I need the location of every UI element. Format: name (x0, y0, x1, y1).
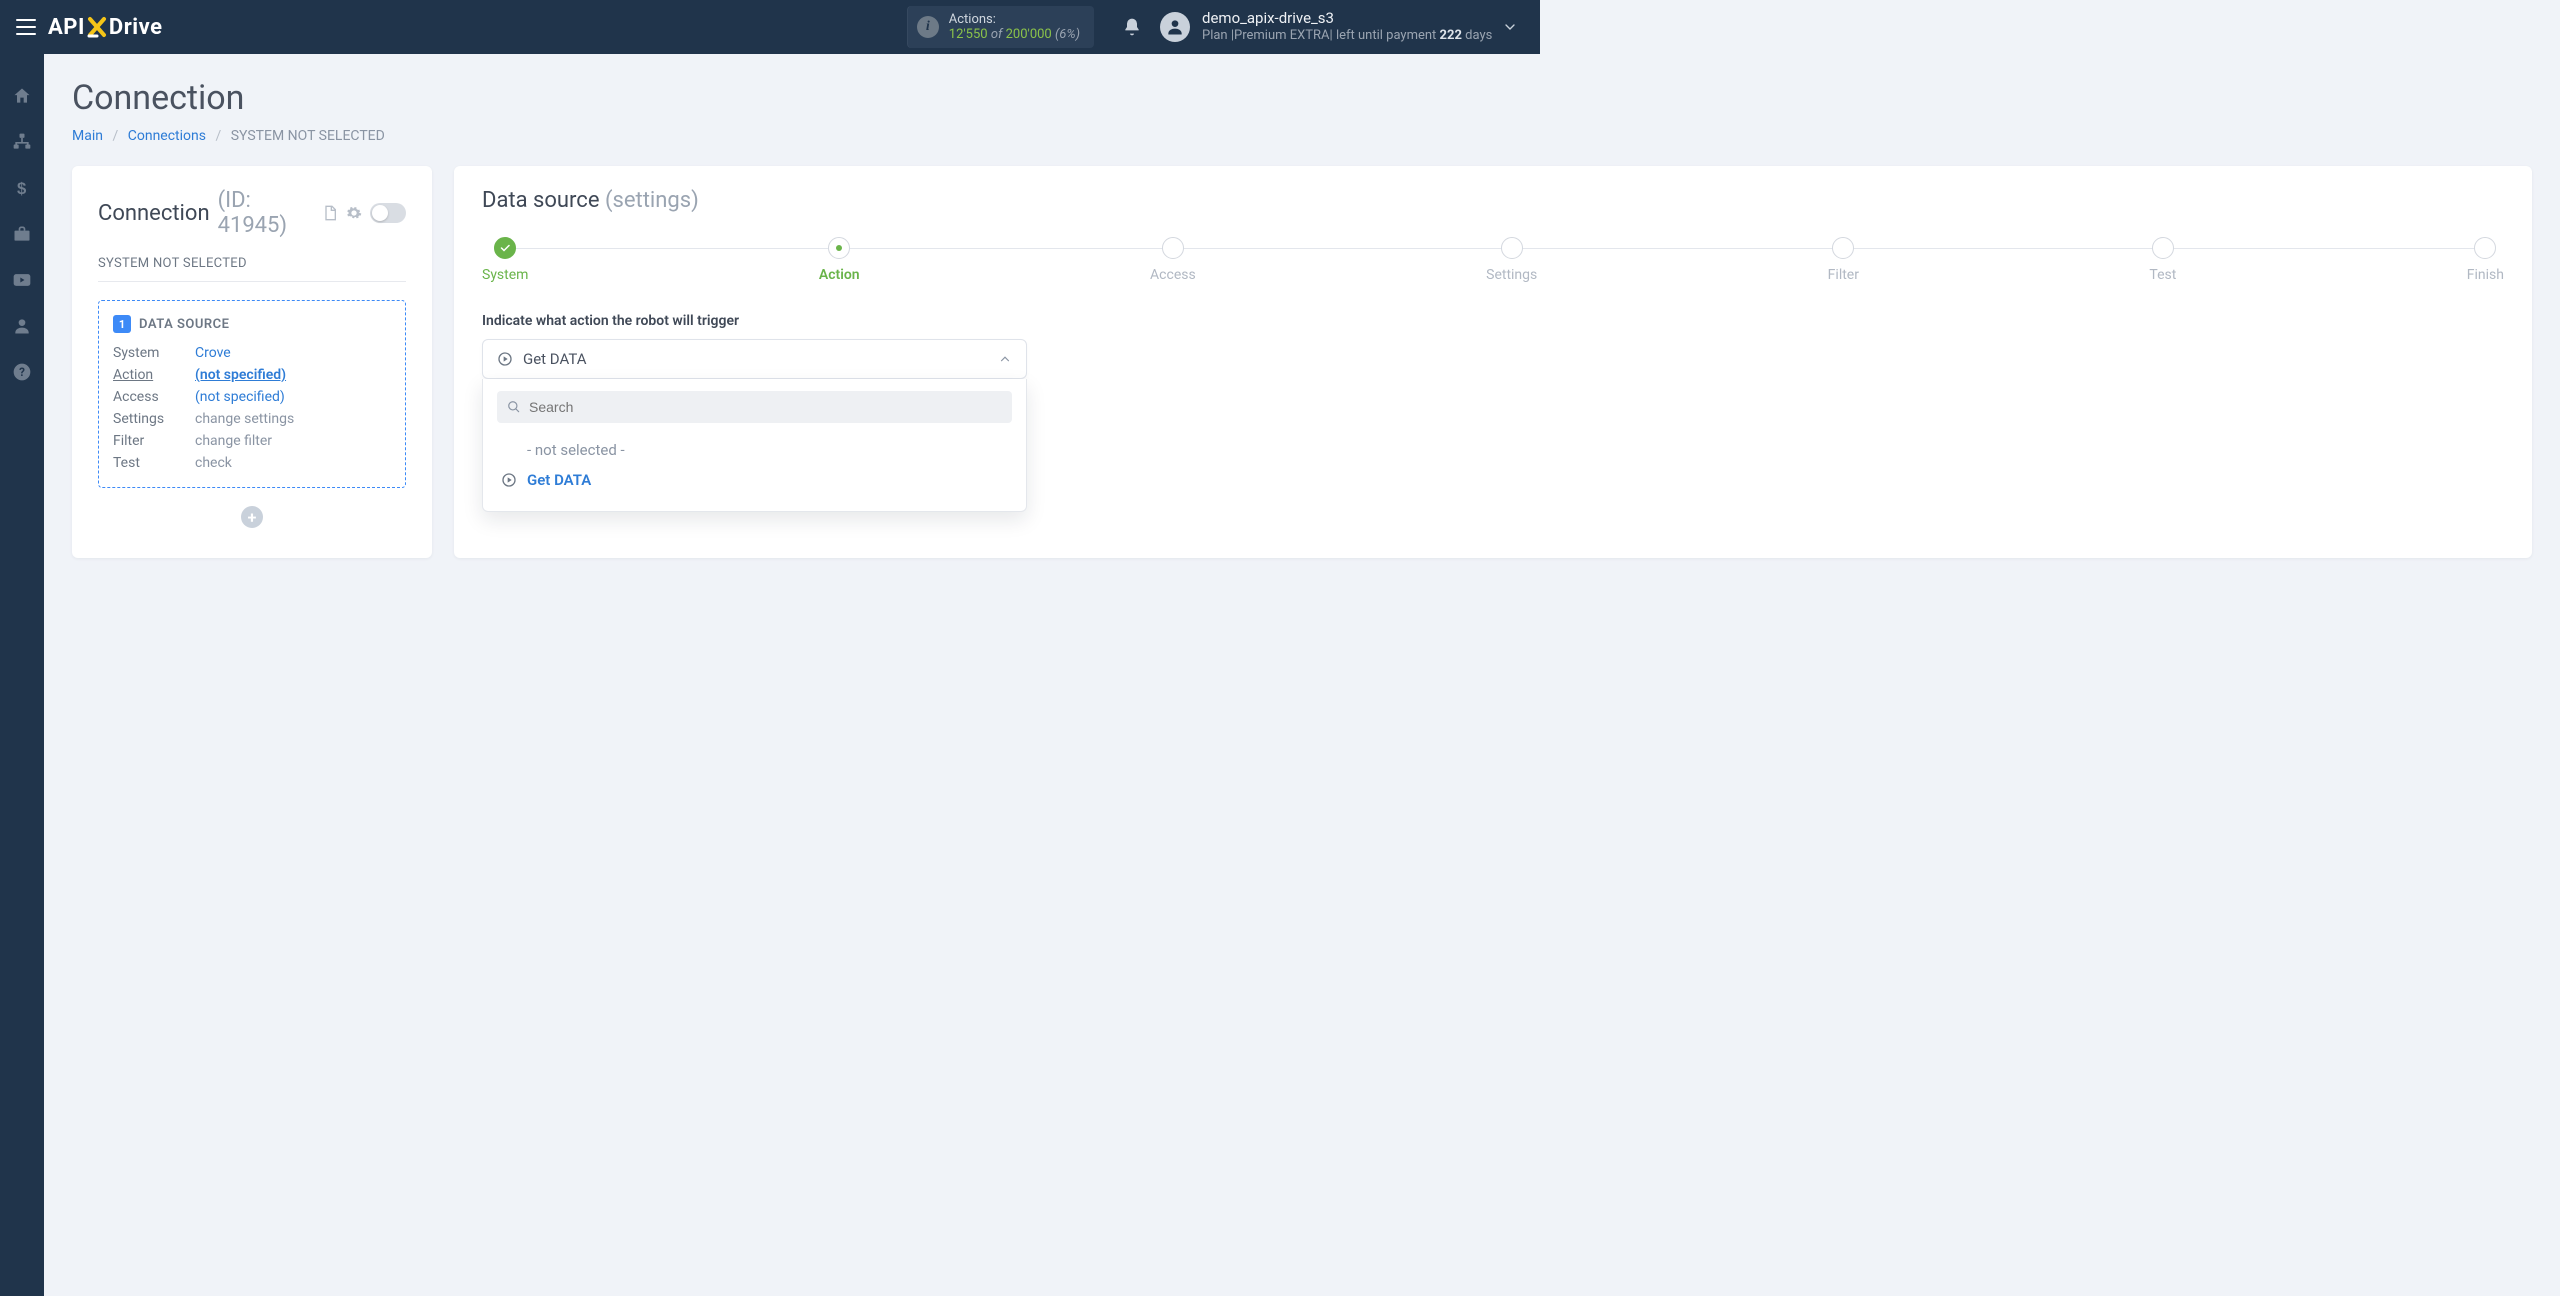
data-source-box: 1 DATA SOURCE System Crove Action (not s… (98, 300, 406, 488)
action-select: Get DATA - not selected - Get DATA (482, 339, 1027, 512)
connection-subtitle: SYSTEM NOT SELECTED (98, 256, 406, 282)
connection-card-title: Connection (98, 201, 210, 226)
actions-label: Actions: (949, 12, 1080, 27)
actions-total: 200'000 (1006, 27, 1052, 42)
wizard-steps: System Action Access Settings Filter Tes… (482, 237, 2504, 283)
play-icon (497, 351, 513, 367)
connection-card: Connection (ID: 41945) SYSTEM NOT SELECT… (72, 166, 432, 558)
sitemap-icon[interactable] (10, 130, 34, 154)
option-get-data[interactable]: Get DATA (497, 465, 1012, 495)
v-action[interactable]: (not specified) (195, 367, 391, 383)
add-button[interactable]: + (241, 506, 263, 528)
step-filter[interactable]: Filter (1828, 237, 1859, 283)
avatar-icon[interactable] (1160, 12, 1190, 42)
step-system[interactable]: System (482, 237, 528, 283)
step-finish[interactable]: Finish (2467, 237, 2504, 283)
document-icon[interactable] (322, 205, 338, 221)
help-icon[interactable]: ? (10, 360, 34, 384)
hamburger-menu-icon[interactable] (12, 13, 40, 41)
k-test: Test (113, 455, 195, 471)
connection-id: (ID: 41945) (218, 188, 315, 238)
action-search-input[interactable] (529, 399, 1002, 415)
actions-usage-pill[interactable]: i Actions: 12'550 of 200'000 (6%) (907, 6, 1094, 48)
action-search-row (497, 391, 1012, 423)
youtube-icon[interactable] (10, 268, 34, 292)
v-filter[interactable]: change filter (195, 433, 391, 449)
v-test[interactable]: check (195, 455, 391, 471)
v-system[interactable]: Crove (195, 345, 391, 361)
action-selected-value: Get DATA (523, 350, 587, 368)
gear-icon[interactable] (346, 205, 362, 221)
actions-pct: (6%) (1055, 27, 1080, 42)
k-filter: Filter (113, 433, 195, 449)
actions-count: 12'550 (949, 27, 988, 42)
page-title: Connection (72, 78, 2532, 118)
action-field-label: Indicate what action the robot will trig… (482, 313, 2504, 329)
option-not-selected[interactable]: - not selected - (497, 435, 1012, 465)
breadcrumb-connections[interactable]: Connections (128, 128, 206, 144)
ds-label: DATA SOURCE (139, 317, 230, 332)
chevron-up-icon (998, 352, 1012, 366)
chevron-down-icon[interactable] (1502, 19, 1518, 35)
ds-badge: 1 (113, 315, 131, 333)
action-dropdown: - not selected - Get DATA (482, 379, 1027, 512)
brand-api: API (48, 15, 85, 40)
dollar-icon[interactable]: $ (10, 176, 34, 200)
main-content: Connection Main / Connections / SYSTEM N… (44, 54, 2560, 1296)
step-settings[interactable]: Settings (1486, 237, 1537, 283)
user-icon[interactable] (10, 314, 34, 338)
v-access[interactable]: (not specified) (195, 389, 391, 405)
step-action[interactable]: Action (819, 237, 860, 283)
brand-drive: Drive (109, 15, 163, 40)
k-access: Access (113, 389, 195, 405)
actions-of: of (991, 27, 1003, 42)
username: demo_apix-drive_s3 (1202, 9, 1502, 29)
brand-x (87, 16, 107, 38)
step-access[interactable]: Access (1150, 237, 1196, 283)
right-title: Data source (settings) (482, 188, 2504, 213)
v-settings[interactable]: change settings (195, 411, 391, 427)
svg-text:$: $ (17, 179, 27, 198)
info-icon: i (917, 16, 939, 38)
k-settings: Settings (113, 411, 195, 427)
left-rail: $ ? (0, 54, 44, 1296)
k-action: Action (113, 367, 195, 383)
search-icon (507, 400, 521, 414)
plan-line: Plan |Premium EXTRA| left until payment … (1202, 28, 1502, 45)
breadcrumb-current: SYSTEM NOT SELECTED (231, 128, 385, 144)
user-block[interactable]: demo_apix-drive_s3 Plan |Premium EXTRA| … (1202, 9, 1502, 45)
actions-text: Actions: 12'550 of 200'000 (6%) (949, 12, 1080, 42)
datasource-settings-card: Data source (settings) System Action Acc… (454, 166, 2532, 558)
play-icon (501, 472, 517, 488)
connection-toggle[interactable] (370, 203, 406, 223)
svg-text:?: ? (19, 365, 25, 379)
action-select-box[interactable]: Get DATA (482, 339, 1027, 379)
bell-icon[interactable] (1122, 17, 1142, 37)
briefcase-icon[interactable] (10, 222, 34, 246)
breadcrumb-main[interactable]: Main (72, 128, 103, 144)
top-header: API Drive i Actions: 12'550 of 200'000 (… (0, 0, 1540, 54)
breadcrumb: Main / Connections / SYSTEM NOT SELECTED (72, 128, 2532, 144)
brand-logo[interactable]: API Drive (48, 15, 162, 40)
k-system: System (113, 345, 195, 361)
step-test[interactable]: Test (2149, 237, 2176, 283)
home-icon[interactable] (10, 84, 34, 108)
